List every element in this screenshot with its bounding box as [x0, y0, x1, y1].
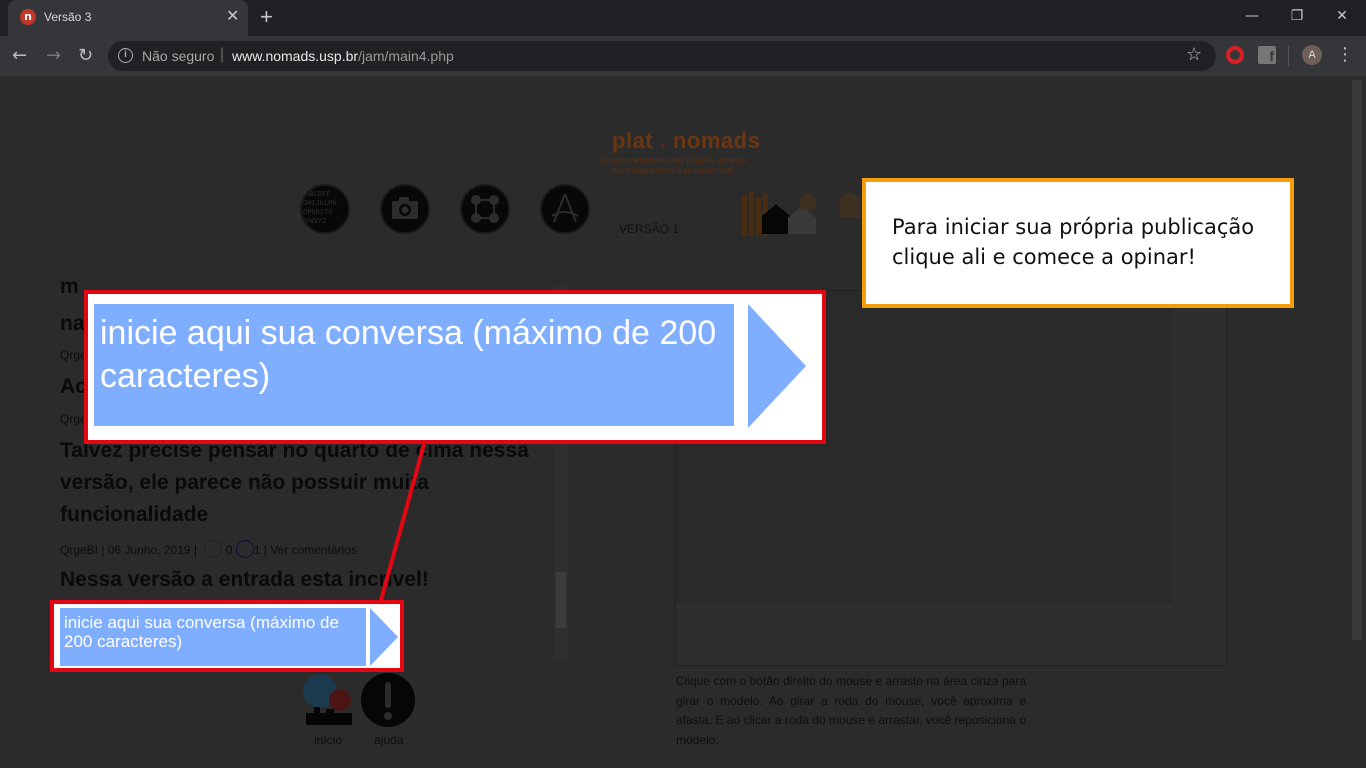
tab-title: Versão 3	[44, 10, 92, 24]
minimize-icon[interactable]: —	[1232, 4, 1272, 28]
svg-text:VWXYZ: VWXYZ	[305, 217, 326, 225]
browser-toolbar: ← → ↻ i Não seguro | www.nomads.usp.br/j…	[0, 36, 1366, 76]
posts-scroll-thumb[interactable]	[556, 572, 566, 628]
dislike-frown-icon[interactable]	[235, 540, 254, 558]
info-icon[interactable]: i	[118, 48, 133, 63]
help-exclamation-icon[interactable]	[361, 673, 415, 727]
home-label[interactable]: início	[314, 733, 342, 747]
help-label[interactable]: ajuda	[374, 733, 403, 747]
opera-extension-icon[interactable]	[1226, 46, 1244, 64]
logo-tagline: espaço participativo em projetos urbanos…	[600, 156, 746, 175]
url-text[interactable]: www.nomads.usp.br/jam/main4.php	[232, 48, 454, 64]
url-path: /jam/main4.php	[358, 48, 454, 64]
close-tab-icon[interactable]: ✕	[226, 7, 239, 27]
close-window-icon[interactable]: ✕	[1322, 4, 1362, 28]
url-domain: www.nomads.usp.br	[232, 48, 359, 64]
callout-text: Para iniciar sua própria publicação cliq…	[892, 215, 1255, 269]
submit-arrow-button[interactable]	[370, 608, 398, 666]
home-icon[interactable]	[302, 673, 356, 727]
back-icon[interactable]: ←	[12, 44, 27, 68]
browser-tab-bar: n Versão 3 ✕ + — ❐ ✕	[0, 0, 1366, 36]
conversation-input-zoom: inicie aqui sua conversa (máximo de 200 …	[84, 290, 826, 444]
conversation-input-highlight: inicie aqui sua conversa (máximo de 200 …	[50, 600, 404, 672]
post-meta: Qrge	[60, 412, 87, 426]
url-separator: |	[220, 46, 225, 63]
forward-icon[interactable]: →	[46, 44, 61, 68]
like-count: 0	[225, 543, 233, 557]
post-title[interactable]: Nessa versão a entrada esta incrível!	[60, 564, 550, 596]
conversation-input-zoomed[interactable]: inicie aqui sua conversa (máximo de 200 …	[94, 304, 734, 426]
conversation-input[interactable]: inicie aqui sua conversa (máximo de 200 …	[60, 608, 366, 666]
post-title[interactable]: Talvez precise pensar no quarto de cima …	[60, 435, 540, 531]
site-logo[interactable]: plat . nomads	[612, 128, 760, 154]
viewer-instructions: Clique com o botão direito do mouse e ar…	[676, 674, 1026, 747]
camera-icon[interactable]	[380, 184, 430, 234]
browser-menu-icon[interactable]: ⋮	[1336, 44, 1354, 65]
restore-icon[interactable]: ❐	[1277, 4, 1317, 28]
new-tab-icon[interactable]: +	[260, 5, 273, 29]
compass-drawing-icon[interactable]	[540, 184, 590, 234]
facebook-extension-icon[interactable]: f	[1258, 46, 1276, 64]
address-bar[interactable]: i Não seguro | www.nomads.usp.br/jam/mai…	[108, 41, 1216, 71]
site-favicon-icon: n	[20, 9, 36, 25]
dislike-count: 1	[253, 543, 261, 557]
svg-text:ABCDEF: ABCDEF	[305, 190, 330, 198]
svg-text:OPQRSTU: OPQRSTU	[303, 208, 333, 216]
svg-text:GHIJKLMN: GHIJKLMN	[303, 199, 337, 207]
browser-tab[interactable]: n Versão 3 ✕	[8, 0, 248, 36]
people-network-icon[interactable]	[460, 184, 510, 234]
instruction-callout: Para iniciar sua própria publicação cliq…	[862, 178, 1294, 308]
toolbar-divider	[1288, 46, 1289, 66]
bookmark-star-icon[interactable]: ☆	[1186, 44, 1202, 65]
like-smiley-icon[interactable]	[204, 540, 223, 558]
alphabet-icon[interactable]: ABCDEF GHIJKLMN OPQRSTU VWXYZ	[300, 184, 350, 234]
page-scrollbar[interactable]	[1350, 76, 1366, 768]
post-meta: QrgeBI | 06 Junho, 2019 | 0 1 | Ver come…	[60, 540, 357, 558]
versions-houses-icon[interactable]	[740, 188, 860, 238]
submit-arrow-button-zoomed[interactable]	[748, 304, 806, 428]
post-meta: Qrge	[60, 348, 87, 362]
reload-icon[interactable]: ↻	[78, 44, 93, 68]
security-label[interactable]: Não seguro	[142, 48, 214, 64]
comments-link[interactable]: Ver comentários	[270, 543, 357, 557]
page-scroll-thumb[interactable]	[1352, 80, 1362, 640]
version-label[interactable]: VERSÃO 1	[619, 222, 679, 236]
profile-avatar[interactable]: A	[1302, 45, 1322, 65]
